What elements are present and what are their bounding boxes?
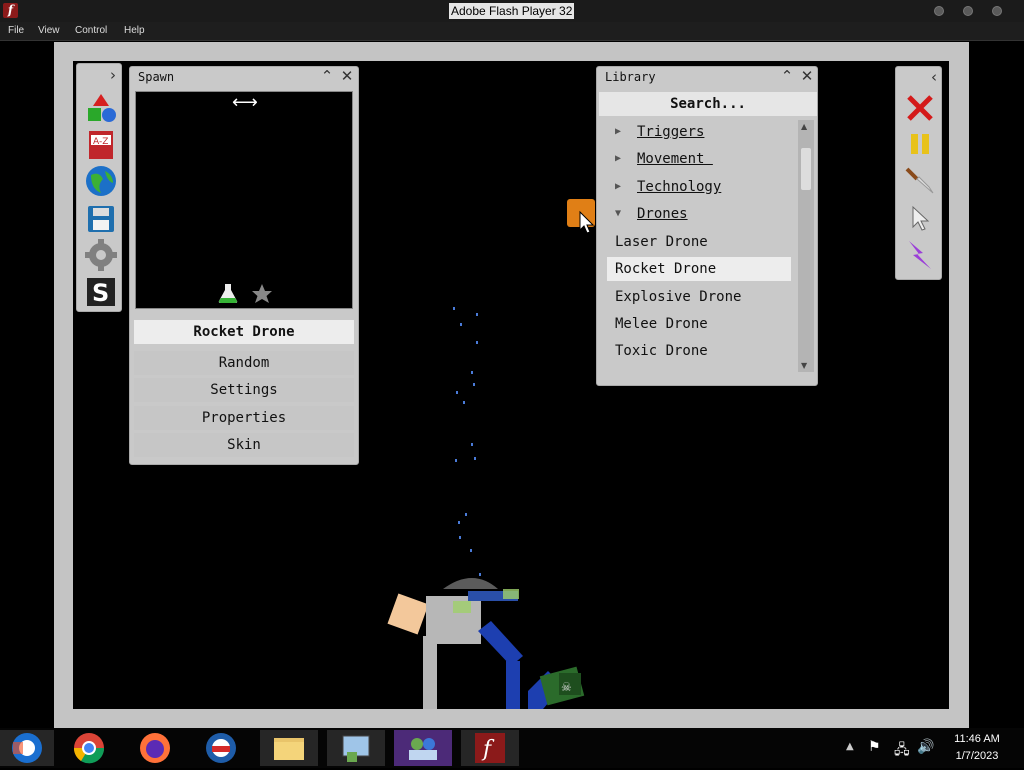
scroll-up-icon[interactable]: ▲ [801, 122, 807, 131]
library-item-laser-drone[interactable]: Laser Drone [607, 230, 791, 254]
knife-icon[interactable] [905, 165, 935, 195]
library-category-triggers[interactable]: ▶ Triggers [607, 120, 793, 144]
library-category-movement[interactable]: ▶ Movement [607, 147, 793, 171]
flash-player-icon[interactable]: f [461, 730, 519, 766]
network-icon[interactable]: 🖧 [894, 739, 910, 763]
spawn-properties-button[interactable]: Properties [134, 406, 354, 430]
people-icon[interactable] [394, 730, 452, 766]
library-panel: Library ⌃ ✕ Search... ▶ Triggers ▶ Movem… [596, 66, 818, 386]
collapse-up-icon[interactable]: ⌃ [779, 68, 795, 84]
svg-text:☠: ☠ [561, 680, 572, 694]
svg-text:A-Z: A-Z [93, 137, 108, 147]
minimize-button[interactable] [934, 6, 944, 16]
a-z-book-icon[interactable]: A-Z [85, 129, 117, 161]
collapse-up-icon[interactable]: ⌃ [319, 68, 335, 84]
title-bar: f Adobe Flash Player 32 [0, 0, 1024, 22]
expand-arrow-icon: ▶ [615, 153, 622, 164]
library-category-drones[interactable]: ▼ Drones [607, 202, 793, 226]
clock-date[interactable]: 1/7/2023 [951, 750, 1003, 762]
library-item-rocket-drone[interactable]: Rocket Drone [607, 257, 791, 281]
flash-app-icon: f [3, 3, 18, 18]
close-icon[interactable]: ✕ [799, 68, 815, 84]
pause-icon[interactable] [905, 131, 935, 159]
globe-icon[interactable] [85, 165, 117, 197]
taskbar: f ▲ ⚑ 🖧 🔊 11:46 AM 1/7/2023 [0, 728, 1024, 768]
ragdoll-figure[interactable]: ☠ [387, 578, 585, 709]
particle-stream [453, 307, 481, 576]
svg-text:S: S [92, 279, 109, 307]
spawn-panel-title: Spawn [138, 70, 175, 84]
spawn-skin-button[interactable]: Skin [134, 433, 354, 457]
expand-arrow-icon: ▶ [615, 181, 622, 192]
opera-icon[interactable] [192, 730, 250, 766]
maximize-button[interactable] [963, 6, 973, 16]
expand-arrow-icon: ▶ [615, 126, 622, 137]
tray-expand-icon[interactable]: ▲ [846, 741, 854, 752]
start-button[interactable] [0, 730, 54, 766]
menu-bar: File View Control Help [0, 22, 1024, 41]
file-explorer-icon[interactable] [260, 730, 318, 766]
spawn-random-button[interactable]: Random [134, 351, 354, 375]
window-title: Adobe Flash Player 32 [449, 3, 575, 19]
library-item-explosive-drone[interactable]: Explosive Drone [607, 285, 791, 309]
scroll-down-icon[interactable]: ▼ [801, 361, 807, 370]
library-item-toxic-drone[interactable]: Toxic Drone [607, 339, 791, 363]
lightning-icon[interactable] [905, 239, 935, 271]
resize-arrow-icon[interactable]: ⟷ [232, 92, 258, 113]
star-icon[interactable] [251, 283, 273, 305]
delete-x-icon[interactable] [905, 93, 935, 123]
gear-icon[interactable] [85, 239, 117, 271]
left-toolbar: › A-Z S [76, 63, 122, 312]
menu-help[interactable]: Help [124, 25, 145, 36]
collapse-arrow-icon: ▼ [615, 208, 622, 219]
spawn-panel: Spawn ⌃ ✕ ⟷ Rocket Drone Random Settings… [129, 66, 359, 465]
volume-icon[interactable]: 🔊 [917, 739, 934, 755]
spawn-preview[interactable]: ⟷ [135, 91, 353, 309]
chrome-icon[interactable] [60, 730, 118, 766]
menu-control[interactable]: Control [75, 25, 107, 36]
flag-icon[interactable]: ⚑ [868, 739, 881, 755]
collapse-chevron-icon[interactable]: ‹ [926, 69, 942, 85]
spawn-settings-button[interactable]: Settings [134, 378, 354, 402]
flask-icon[interactable] [218, 282, 238, 304]
library-scroll-thumb[interactable] [801, 148, 811, 190]
library-category-technology[interactable]: ▶ Technology [607, 175, 793, 199]
library-panel-header: Library ⌃ ✕ [597, 67, 817, 87]
control-panel-icon[interactable] [327, 730, 385, 766]
save-disk-icon[interactable] [85, 203, 117, 235]
library-search-input[interactable]: Search... [599, 92, 817, 116]
cursor-icon[interactable] [905, 203, 935, 233]
close-icon[interactable]: ✕ [339, 68, 355, 84]
firefox-icon[interactable] [126, 730, 184, 766]
spawn-selected-item[interactable]: Rocket Drone [134, 320, 354, 344]
library-scrollbar[interactable]: ▲ ▼ [798, 120, 814, 372]
library-item-melee-drone[interactable]: Melee Drone [607, 312, 791, 336]
s-logo-icon[interactable]: S [85, 276, 117, 308]
library-panel-title: Library [605, 70, 656, 84]
clock-time[interactable]: 11:46 AM [951, 733, 1003, 745]
close-window-button[interactable] [992, 6, 1002, 16]
spawn-panel-header: Spawn ⌃ ✕ [130, 67, 358, 87]
right-toolbar: ‹ [895, 66, 942, 280]
menu-file[interactable]: File [8, 25, 24, 36]
shapes-icon[interactable] [85, 92, 117, 124]
menu-view[interactable]: View [38, 25, 60, 36]
collapse-chevron-icon[interactable]: › [105, 67, 121, 83]
